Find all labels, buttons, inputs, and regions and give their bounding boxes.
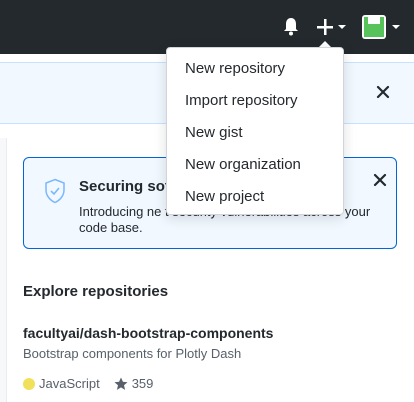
avatar — [362, 15, 386, 39]
chevron-down-icon — [338, 25, 346, 29]
chevron-down-icon — [392, 25, 400, 29]
top-header — [0, 0, 414, 54]
shield-icon — [44, 178, 66, 204]
repo-link[interactable]: facultyai/dash-bootstrap-components — [23, 325, 273, 341]
star-icon[interactable] — [114, 377, 128, 391]
menu-item-new-organization[interactable]: New organization — [185, 156, 301, 173]
user-menu-button[interactable] — [362, 15, 404, 39]
repo-description: Bootstrap components for Plotly Dash — [23, 346, 242, 361]
create-menu: New repository Import repository New gis… — [166, 47, 344, 215]
close-icon[interactable] — [375, 84, 391, 100]
create-new-button[interactable] — [316, 17, 348, 37]
section-title: Explore repositories — [23, 283, 169, 300]
menu-item-new-gist[interactable]: New gist — [185, 124, 243, 141]
menu-item-new-project[interactable]: New project — [185, 188, 264, 205]
repo-language: JavaScript — [39, 376, 100, 391]
card-title: Securing sof — [79, 178, 170, 195]
star-count[interactable]: 359 — [132, 376, 154, 391]
menu-item-new-repository[interactable]: New repository — [185, 60, 285, 77]
close-icon[interactable] — [372, 172, 388, 188]
left-panel-edge — [0, 138, 7, 402]
plus-icon — [317, 19, 333, 35]
menu-item-import-repository[interactable]: Import repository — [185, 92, 298, 109]
language-color-dot — [23, 377, 35, 390]
bell-icon[interactable] — [282, 17, 300, 37]
repo-meta: JavaScript 359 — [23, 376, 153, 391]
